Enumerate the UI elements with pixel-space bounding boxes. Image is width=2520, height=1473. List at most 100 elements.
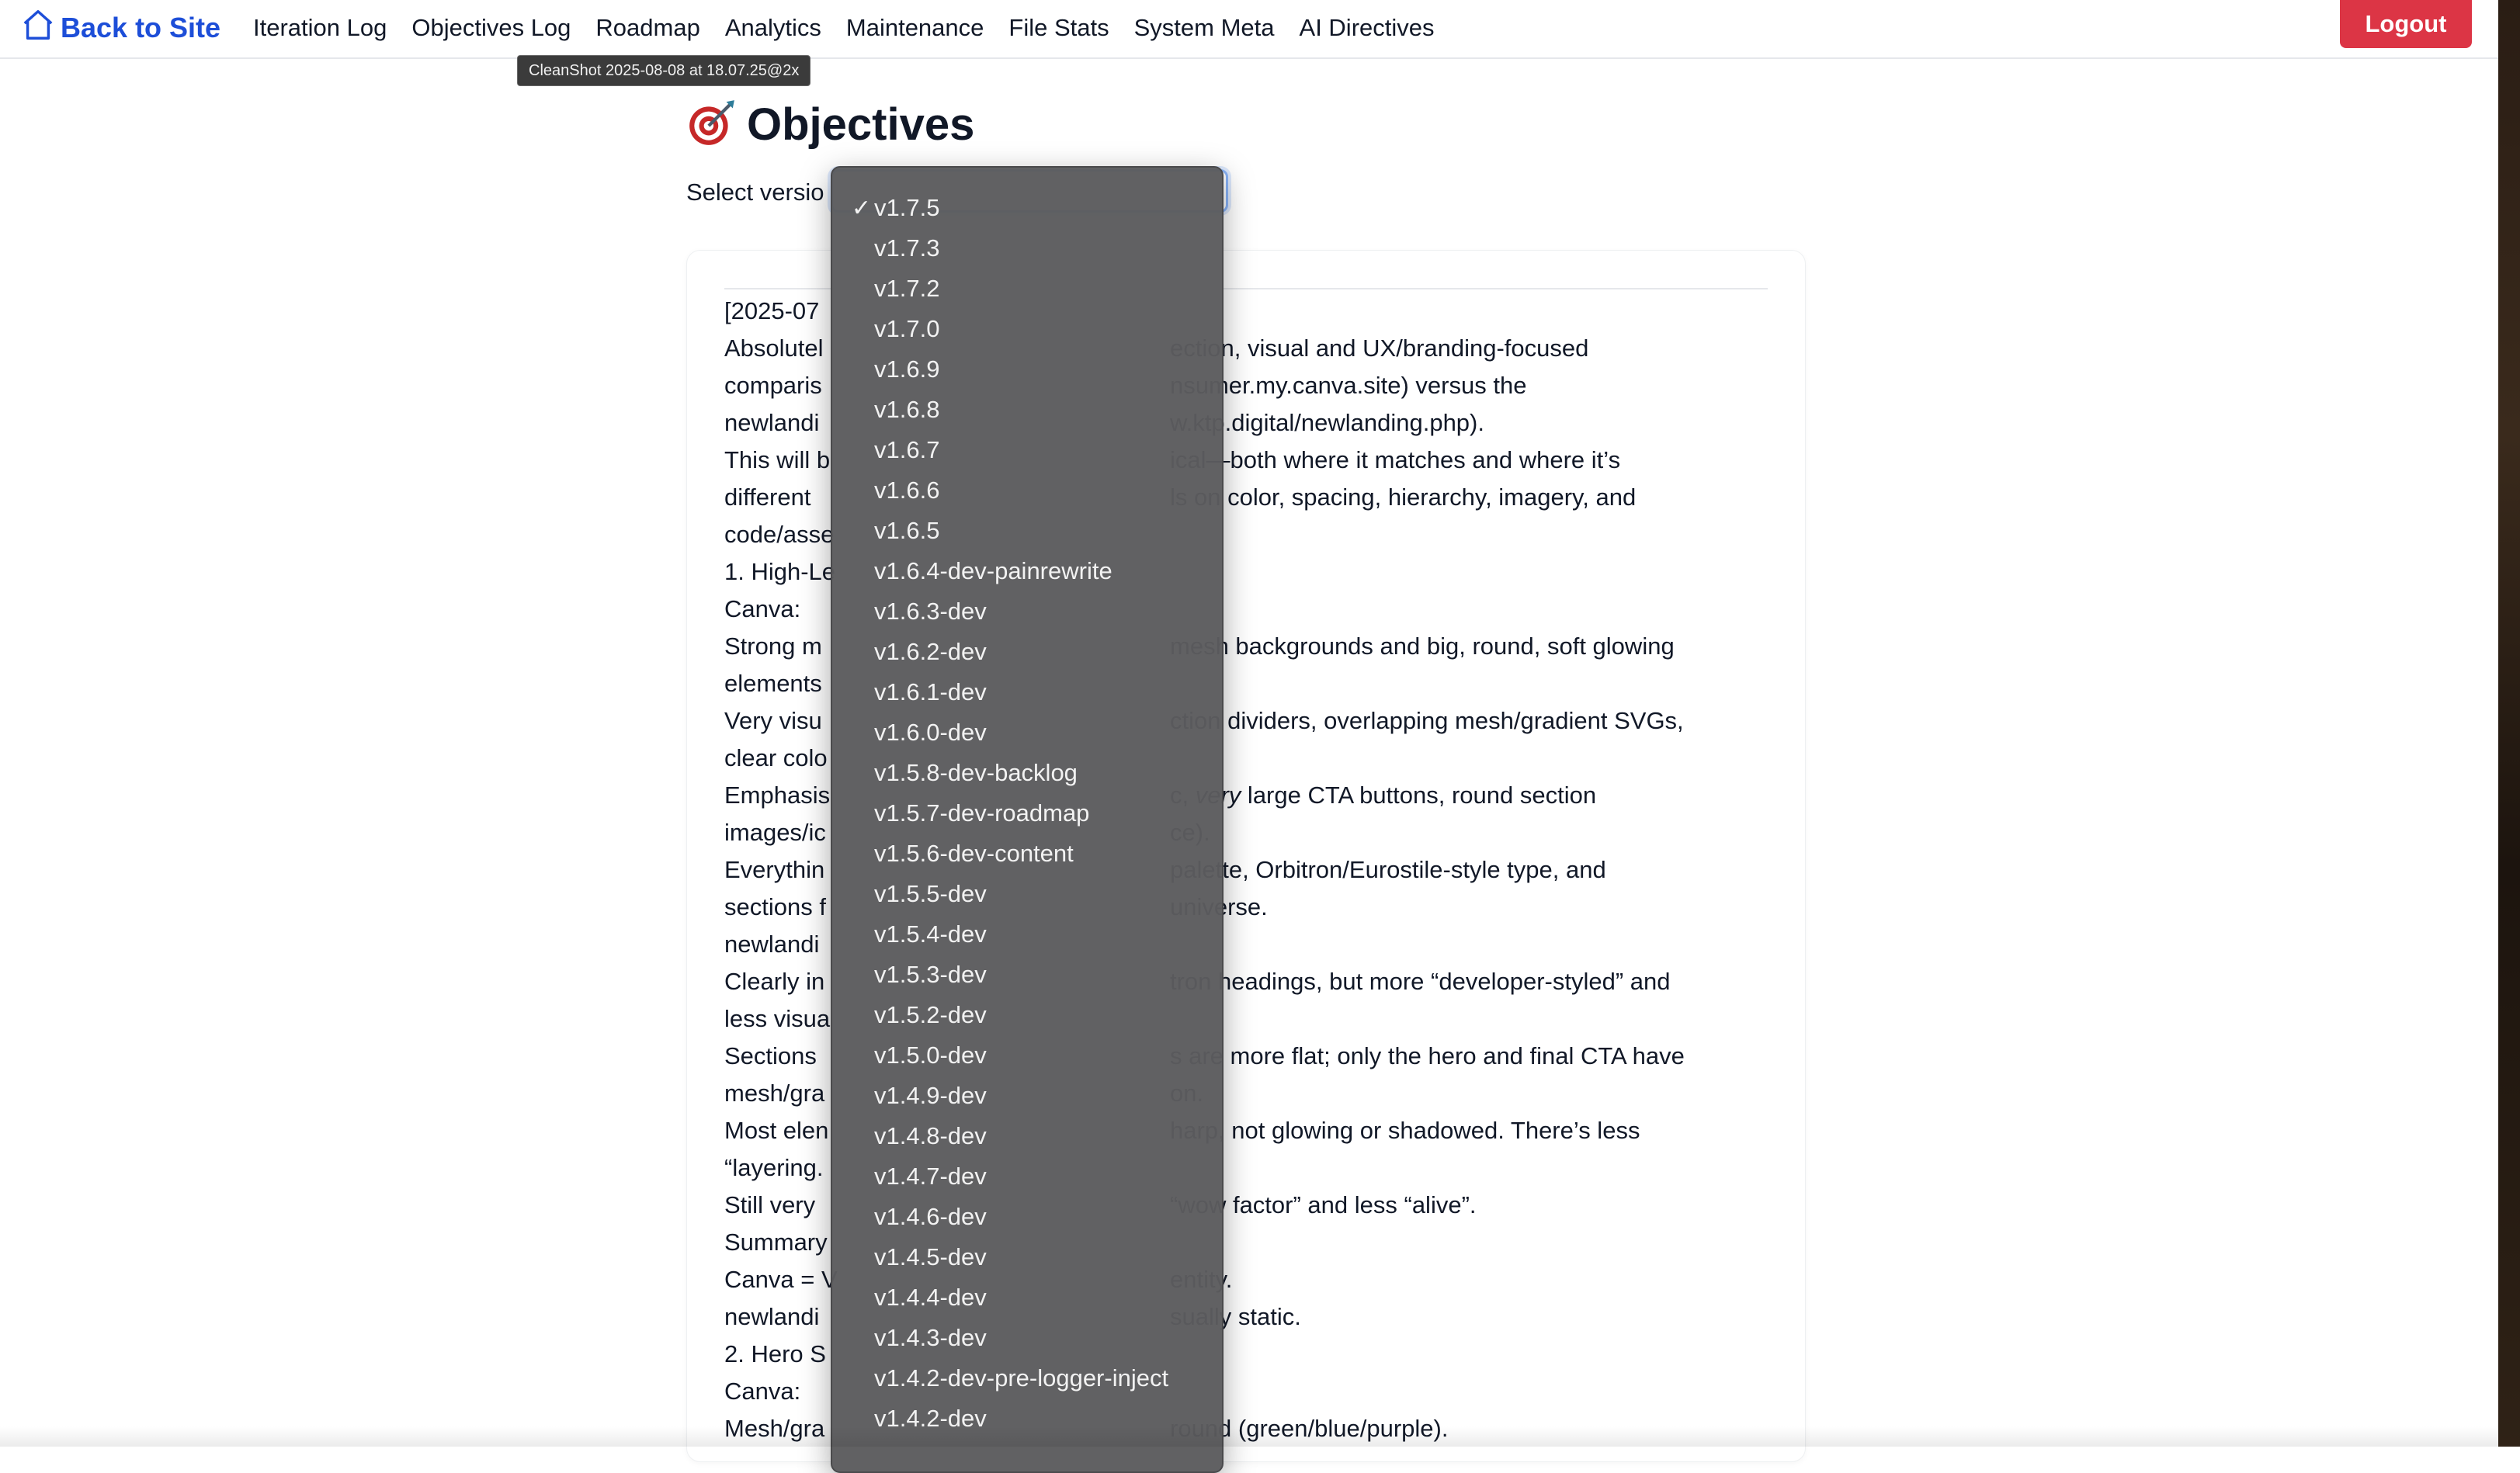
dropdown-option[interactable]: v1.4.9-dev (832, 1076, 1222, 1116)
dropdown-option[interactable]: v1.4.5-dev (832, 1237, 1222, 1277)
logout-button[interactable]: Logout (2340, 0, 2472, 48)
content-line-left: Clearly in (724, 968, 825, 995)
dropdown-option[interactable]: v1.5.3-dev (832, 955, 1222, 995)
content-line-left: Most elen (724, 1117, 829, 1144)
dropdown-option[interactable]: v1.5.2-dev (832, 995, 1222, 1035)
dropdown-option-label: v1.6.5 (874, 517, 940, 544)
content-line-right: c, very large CTA buttons, round section (1170, 782, 1597, 809)
dropdown-option[interactable]: v1.4.7-dev (832, 1156, 1222, 1197)
content-line-left: Everythin (724, 856, 825, 883)
nav-link-system-meta[interactable]: System Meta (1134, 14, 1275, 42)
dropdown-option-label: v1.7.3 (874, 234, 940, 262)
dropdown-option[interactable]: v1.4.6-dev (832, 1197, 1222, 1237)
dropdown-option-label: v1.7.5 (874, 194, 940, 221)
content-line-right: ls on color, spacing, hierarchy, imagery… (1170, 483, 1637, 511)
content-line-left: 1. High-Le (724, 558, 836, 585)
home-icon (20, 7, 56, 50)
dropdown-option-label: v1.6.6 (874, 477, 940, 504)
content-line-left: newlandi (724, 409, 820, 436)
content-line-left: comparis (724, 372, 822, 399)
version-select-label: Select versio (686, 178, 824, 206)
dropdown-option-label: v1.5.5-dev (874, 880, 987, 907)
content-line-left: newlandi (724, 931, 820, 958)
dropdown-option[interactable]: v1.4.4-dev (832, 1277, 1222, 1318)
dropdown-option[interactable]: v1.6.3-dev (832, 591, 1222, 632)
dropdown-option[interactable]: v1.6.6 (832, 470, 1222, 511)
dropdown-option[interactable]: v1.4.8-dev (832, 1116, 1222, 1156)
dropdown-option[interactable]: v1.4.3-dev (832, 1318, 1222, 1358)
dropdown-option[interactable]: v1.5.4-dev (832, 914, 1222, 955)
dropdown-option[interactable]: v1.6.8 (832, 390, 1222, 430)
dropdown-option[interactable]: v1.5.0-dev (832, 1035, 1222, 1076)
content-line-left: newlandi (724, 1303, 820, 1330)
dropdown-option-label: v1.6.3-dev (874, 598, 987, 625)
dropdown-option[interactable]: v1.7.0 (832, 309, 1222, 349)
content-line-left: Canva: (724, 1378, 801, 1405)
dropdown-option-label: v1.4.6-dev (874, 1203, 987, 1230)
version-dropdown-menu[interactable]: ✓ v1.7.5 v1.7.3 v1.7.2 v1.7.0 v1.6.9 v1.6.8 v1.… (831, 166, 1224, 1473)
nav-link-roadmap[interactable]: Roadmap (595, 14, 699, 42)
content-line-right: s are more flat; only the hero and final… (1170, 1042, 1685, 1069)
content-line-left: Canva = V (724, 1266, 838, 1293)
dropdown-option[interactable]: v1.6.9 (832, 349, 1222, 390)
dropdown-option[interactable]: v1.5.6-dev-content (832, 834, 1222, 874)
dropdown-option-label: v1.6.2-dev (874, 638, 987, 665)
content-line-left: Summary (724, 1229, 828, 1256)
content-line-left: Emphasis (724, 782, 831, 809)
dropdown-option[interactable]: v1.6.1-dev (832, 672, 1222, 712)
dropdown-option-label: v1.4.2-dev-pre-logger-inject (874, 1364, 1169, 1392)
dropdown-option-label: v1.4.5-dev (874, 1243, 987, 1270)
dropdown-option-label: v1.4.7-dev (874, 1163, 987, 1190)
content-line-right: harp, not glowing or shadowed. There’s l… (1170, 1117, 1640, 1144)
content-line-left: clear colo (724, 744, 828, 771)
dropdown-option[interactable]: v1.7.3 (832, 228, 1222, 269)
dropdown-option[interactable]: v1.4.2-dev-pre-logger-inject (832, 1358, 1222, 1398)
page-heading: Objectives (747, 99, 975, 150)
content-line-left: different (724, 483, 811, 511)
dropdown-option-label: v1.5.8-dev-backlog (874, 759, 1078, 786)
dropdown-option-label: v1.4.3-dev (874, 1324, 987, 1351)
page-title: Objectives (686, 96, 974, 152)
dropdown-option-label: v1.4.8-dev (874, 1122, 987, 1149)
dropdown-option-label: v1.5.6-dev-content (874, 840, 1074, 867)
dropdown-option[interactable]: v1.6.0-dev (832, 712, 1222, 753)
content-line-left: less visua (724, 1005, 831, 1032)
dropdown-option-label: v1.6.8 (874, 396, 940, 423)
content-line-right: ection, visual and UX/branding-focused (1170, 334, 1589, 362)
window-bottom-shadow (0, 1426, 2498, 1447)
dropdown-option-label: v1.5.2-dev (874, 1001, 987, 1028)
content-line-right: ction dividers, overlapping mesh/gradien… (1170, 707, 1684, 734)
dropdown-option[interactable]: v1.6.4-dev-painrewrite (832, 551, 1222, 591)
content-line-left: Sections (724, 1042, 817, 1069)
nav-links: Iteration Log Objectives Log Roadmap Analyt… (253, 5, 1460, 51)
nav-link-file-stats[interactable]: File Stats (1008, 14, 1109, 42)
back-to-site-link[interactable]: Back to Site (20, 5, 220, 51)
dropdown-option[interactable]: v1.7.2 (832, 269, 1222, 309)
dropdown-option[interactable]: v1.6.5 (832, 511, 1222, 551)
dropdown-option[interactable]: v1.6.2-dev (832, 632, 1222, 672)
nav-link-analytics[interactable]: Analytics (725, 14, 821, 42)
content-line-left: Strong m (724, 633, 822, 660)
dropdown-option[interactable]: v1.5.5-dev (832, 874, 1222, 914)
content-line-left: Very visu (724, 707, 822, 734)
dropdown-option[interactable]: ✓ v1.7.5 (832, 188, 1222, 228)
content-line-left: Still very (724, 1191, 816, 1218)
nav-link-iteration-log[interactable]: Iteration Log (253, 14, 387, 42)
content-line-right: mesh backgrounds and big, round, soft gl… (1170, 633, 1675, 660)
dropdown-option-label: v1.6.1-dev (874, 678, 987, 705)
dropdown-option-label: v1.6.7 (874, 436, 940, 463)
dropdown-option-label: v1.7.2 (874, 275, 940, 302)
desktop-edge (2498, 0, 2520, 1447)
dropdown-option-label: v1.5.7-dev-roadmap (874, 799, 1090, 827)
dropdown-option[interactable]: v1.6.7 (832, 430, 1222, 470)
screenshot-tooltip: CleanShot 2025-08-08 at 18.07.25@2x (517, 55, 811, 86)
top-navbar: Back to Site Iteration Log Objectives Log… (0, 0, 2498, 59)
nav-link-maintenance[interactable]: Maintenance (846, 14, 984, 42)
content-line-left: “layering. (724, 1154, 824, 1181)
content-line-left: sections f (724, 893, 826, 920)
content-line-left: This will b (724, 446, 831, 473)
nav-link-objectives-log[interactable]: Objectives Log (411, 14, 571, 42)
dropdown-option[interactable]: v1.5.7-dev-roadmap (832, 793, 1222, 834)
dropdown-option[interactable]: v1.5.8-dev-backlog (832, 753, 1222, 793)
nav-link-ai-directives[interactable]: AI Directives (1300, 14, 1435, 42)
